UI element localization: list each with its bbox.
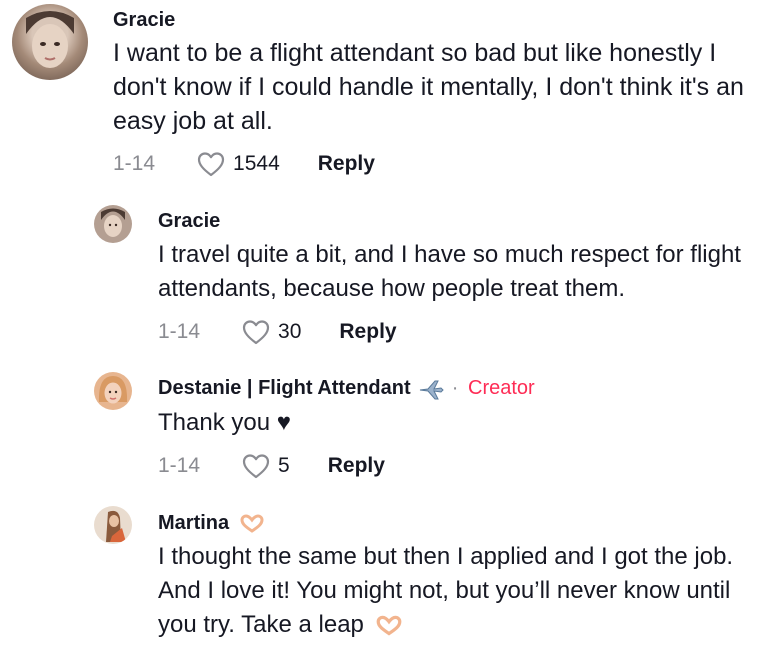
comment-text-content: I thought the same but then I applied an… xyxy=(158,543,734,638)
heart-outline-icon xyxy=(242,320,270,345)
like-count: 30 xyxy=(278,320,302,343)
airplane-emoji-icon xyxy=(420,380,444,400)
comment-text: I thought the same but then I applied an… xyxy=(158,540,768,642)
heart-hands-emoji-icon xyxy=(240,514,264,533)
comment-text: Thank you ♥ xyxy=(158,409,291,436)
like-count: 5 xyxy=(278,454,290,477)
avatar-face xyxy=(26,11,74,68)
comment-date: 1-14 xyxy=(113,152,156,175)
like-count: 1544 xyxy=(233,152,280,175)
reply-button[interactable]: Reply xyxy=(318,152,375,176)
commenter-name[interactable]: Martina xyxy=(158,512,229,534)
comment-date: 1-14 xyxy=(158,454,201,477)
comment-text: I travel quite a bit, and I have so much… xyxy=(158,241,741,302)
comment-meta: 1-14 1544 Reply xyxy=(113,150,375,178)
heart-hands-emoji-icon xyxy=(376,615,401,636)
comment-meta: 1-14 30 Reply xyxy=(158,318,397,346)
avatar-face xyxy=(101,208,125,237)
comment-text: I want to be a flight attendant so bad b… xyxy=(113,39,744,135)
avatar[interactable] xyxy=(94,205,132,243)
avatar[interactable] xyxy=(94,372,132,410)
reply-button[interactable]: Reply xyxy=(339,320,396,344)
commenter-name-row: Martina xyxy=(158,512,265,535)
separator-dot: · xyxy=(451,377,459,399)
like-button[interactable]: 1544 xyxy=(197,151,280,177)
commenter-name-row: Destanie | Flight Attendant · Creator xyxy=(158,377,535,400)
avatar-face xyxy=(106,510,126,542)
avatar-face xyxy=(98,376,128,404)
comment-date: 1-14 xyxy=(158,320,201,343)
commenter-name[interactable]: Destanie | Flight Attendant xyxy=(158,377,411,399)
like-button[interactable]: 5 xyxy=(242,453,290,479)
commenter-name[interactable]: Gracie xyxy=(158,210,220,233)
avatar[interactable] xyxy=(94,506,132,544)
creator-badge: Creator xyxy=(468,377,535,399)
reply-button[interactable]: Reply xyxy=(328,454,385,478)
heart-outline-icon xyxy=(242,454,270,479)
commenter-name[interactable]: Gracie xyxy=(113,9,175,32)
comment-meta: 1-14 5 Reply xyxy=(158,452,385,480)
heart-outline-icon xyxy=(197,152,225,177)
like-button[interactable]: 30 xyxy=(242,319,301,345)
avatar[interactable] xyxy=(12,4,88,80)
